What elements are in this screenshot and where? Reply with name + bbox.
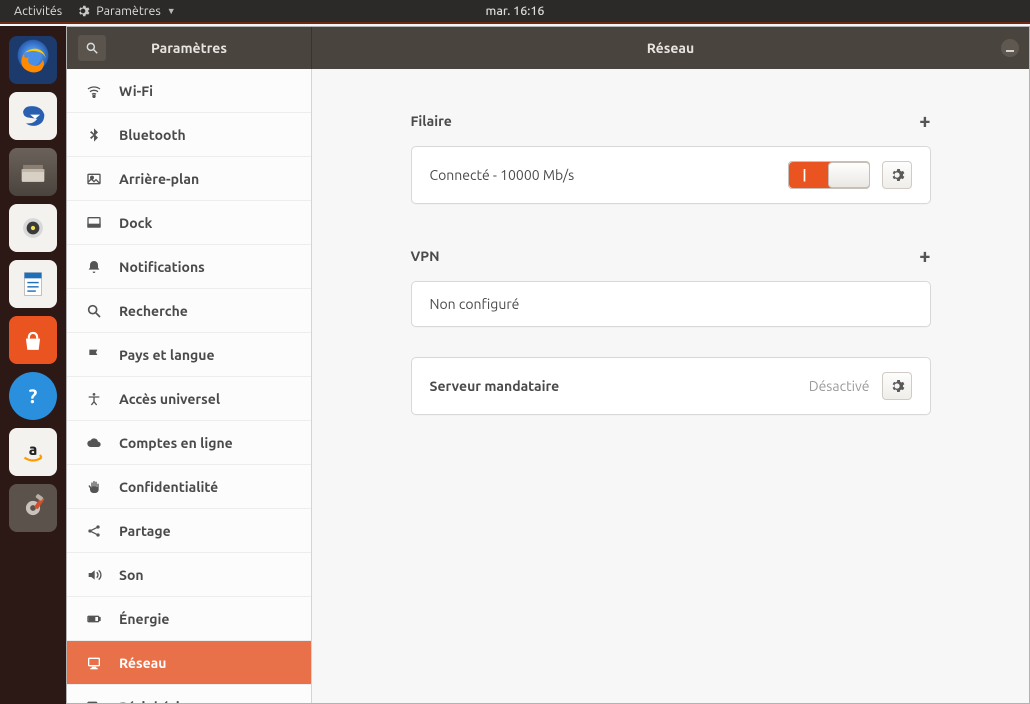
- flag-icon: [85, 347, 103, 363]
- launcher-rhythmbox[interactable]: [9, 204, 57, 252]
- headerbar-right: Réseau: [312, 27, 1029, 69]
- wired-status: Connecté - 10000 Mb/s: [430, 167, 776, 183]
- devices-icon: [85, 699, 103, 704]
- sidebar-item-label: Confidentialité: [119, 479, 297, 495]
- gear-icon: [889, 378, 905, 394]
- switch-on-indicator: |: [803, 168, 807, 182]
- sidebar-item-label: Dock: [119, 215, 297, 231]
- wired-toggle[interactable]: |: [788, 161, 870, 189]
- app-menu-label: Paramètres: [96, 4, 161, 18]
- minimize-icon: [1005, 43, 1015, 53]
- sidebar-item-label: Recherche: [119, 303, 297, 319]
- sidebar-item-label: Bluetooth: [119, 127, 297, 143]
- vpn-status: Non configuré: [430, 296, 912, 312]
- sidebar-item-label: Pays et langue: [119, 347, 297, 363]
- launcher-files[interactable]: [9, 148, 57, 196]
- chevron-right-icon: ›: [293, 698, 298, 704]
- sidebar-search-button[interactable]: [77, 34, 107, 62]
- app-menu[interactable]: Paramètres ▼: [76, 4, 176, 18]
- launcher-writer[interactable]: [9, 260, 57, 308]
- sidebar-item-label: Partage: [119, 523, 297, 539]
- hand-icon: [85, 479, 103, 495]
- search-icon: [85, 303, 103, 319]
- add-wired-button[interactable]: +: [919, 109, 930, 132]
- sidebar-item-online-accounts[interactable]: Comptes en ligne: [67, 421, 311, 465]
- activities-button[interactable]: Activités: [14, 4, 62, 18]
- sidebar-item-label: Accès universel: [119, 391, 297, 407]
- bell-icon: [85, 259, 103, 275]
- network-icon: [85, 655, 103, 671]
- sidebar-item-label: Comptes en ligne: [119, 435, 297, 451]
- sidebar-item-label: Réseau: [119, 655, 297, 671]
- wired-heading: Filaire: [411, 113, 452, 129]
- sidebar-item-sound[interactable]: Son: [67, 553, 311, 597]
- vpn-section: VPN + Non configuré: [411, 244, 931, 327]
- settings-content: Filaire + Connecté - 10000 Mb/s |: [312, 69, 1029, 703]
- system-top-bar: Activités Paramètres ▼ mar. 16:16: [0, 0, 1030, 24]
- launcher-help[interactable]: ?: [9, 372, 57, 420]
- sidebar-item-search[interactable]: Recherche: [67, 289, 311, 333]
- sidebar-item-network[interactable]: Réseau: [67, 641, 311, 685]
- proxy-settings-button[interactable]: [882, 372, 912, 400]
- sidebar-item-wifi[interactable]: Wi-Fi: [67, 69, 311, 113]
- clock[interactable]: mar. 16:16: [486, 4, 545, 18]
- launcher-firefox[interactable]: [9, 36, 57, 84]
- sidebar-item-bluetooth[interactable]: Bluetooth: [67, 113, 311, 157]
- dock-icon: [85, 215, 103, 231]
- proxy-section: Serveur mandataire Désactivé: [411, 357, 931, 415]
- cloud-icon: [85, 435, 103, 451]
- dropdown-arrow-icon: ▼: [167, 6, 176, 16]
- share-icon: [85, 523, 103, 539]
- sidebar-item-sharing[interactable]: Partage: [67, 509, 311, 553]
- headerbar-left: Paramètres: [67, 27, 312, 69]
- sidebar-item-label: Son: [119, 567, 297, 583]
- background-icon: [85, 171, 103, 187]
- proxy-label: Serveur mandataire: [430, 378, 797, 394]
- proxy-status: Désactivé: [809, 378, 870, 394]
- vpn-heading: VPN: [411, 248, 440, 264]
- launcher-amazon[interactable]: a: [9, 428, 57, 476]
- launcher-dock: ? a: [0, 26, 66, 704]
- svg-text:a: a: [29, 440, 38, 458]
- settings-sidebar: Wi-Fi Bluetooth Arrière-plan Dock Notifi…: [67, 69, 312, 703]
- gear-icon: [76, 4, 90, 18]
- launcher-thunderbird[interactable]: [9, 92, 57, 140]
- wifi-icon: [85, 83, 103, 99]
- sidebar-item-power[interactable]: Énergie: [67, 597, 311, 641]
- gear-icon: [889, 167, 905, 183]
- sound-icon: [85, 567, 103, 583]
- battery-icon: [85, 611, 103, 627]
- sidebar-title: Paramètres: [151, 40, 227, 56]
- window-close-button[interactable]: [1001, 39, 1019, 57]
- sidebar-item-label: Arrière-plan: [119, 171, 297, 187]
- content-title: Réseau: [647, 40, 694, 56]
- sidebar-item-notifications[interactable]: Notifications: [67, 245, 311, 289]
- sidebar-item-accessibility[interactable]: Accès universel: [67, 377, 311, 421]
- sidebar-item-label: Wi-Fi: [119, 83, 297, 99]
- sidebar-item-devices[interactable]: Périphériques ›: [67, 685, 311, 703]
- svg-text:?: ?: [29, 385, 38, 407]
- bluetooth-icon: [85, 127, 103, 143]
- sidebar-item-label: Périphériques: [119, 699, 277, 704]
- sidebar-item-label: Énergie: [119, 611, 297, 627]
- settings-window: Paramètres Réseau Wi-Fi Bluetooth Arrièr…: [66, 26, 1030, 704]
- wired-section: Filaire + Connecté - 10000 Mb/s |: [411, 109, 931, 204]
- sidebar-item-dock[interactable]: Dock: [67, 201, 311, 245]
- accessibility-icon: [85, 391, 103, 407]
- sidebar-item-background[interactable]: Arrière-plan: [67, 157, 311, 201]
- wired-settings-button[interactable]: [882, 161, 912, 189]
- launcher-software[interactable]: [9, 316, 57, 364]
- launcher-settings[interactable]: [9, 484, 57, 532]
- sidebar-item-region[interactable]: Pays et langue: [67, 333, 311, 377]
- sidebar-item-label: Notifications: [119, 259, 297, 275]
- add-vpn-button[interactable]: +: [919, 244, 930, 267]
- sidebar-item-privacy[interactable]: Confidentialité: [67, 465, 311, 509]
- search-icon: [85, 41, 99, 55]
